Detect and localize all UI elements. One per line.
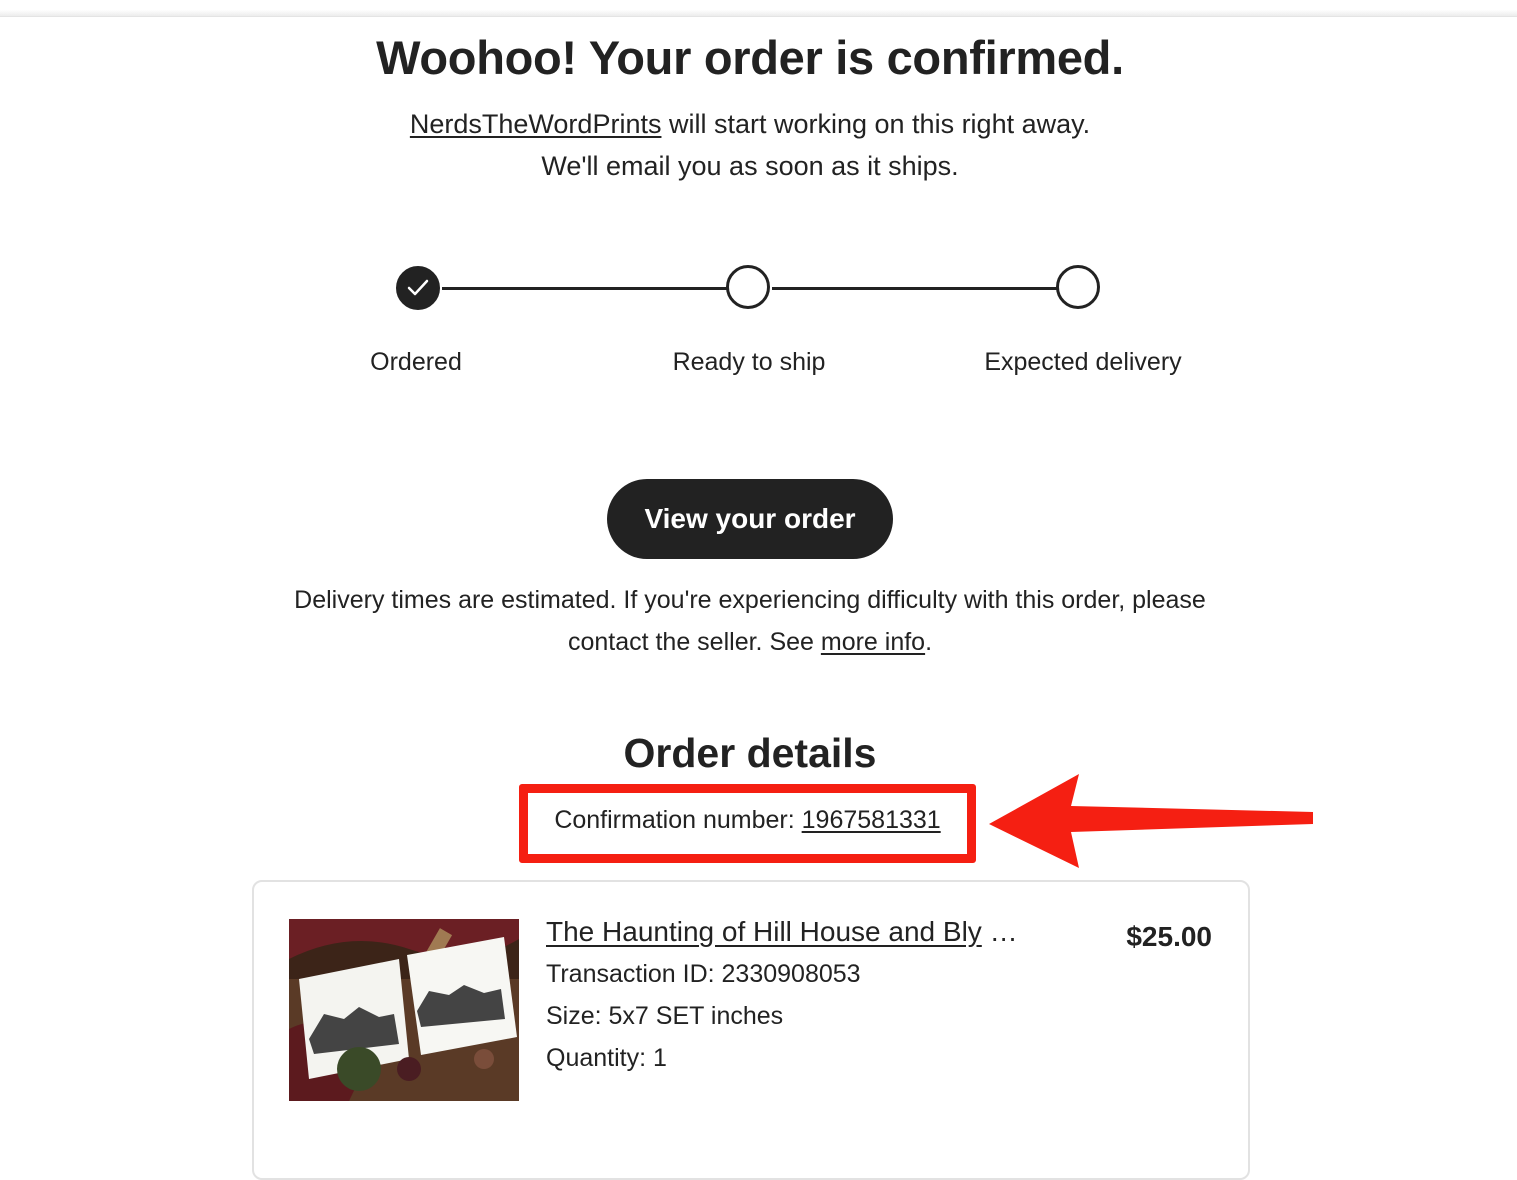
checkmark-icon [407,279,429,296]
product-photo-graphic [289,919,519,1101]
step-delivery-indicator [1056,265,1100,309]
confirmation-number-row: Confirmation number: 1967581331 [519,806,976,835]
product-image[interactable] [289,919,519,1101]
item-size: Size: 5x7 SET inches [546,1002,784,1030]
more-info-link[interactable]: more info [821,628,925,656]
order-details-heading: Order details [623,730,877,776]
shipping-message: We'll email you as soon as it ships. [541,151,959,181]
red-arrow-annotation-icon [989,774,1313,868]
progress-line-1 [442,287,728,290]
step-label-ready: Ready to ship [672,348,826,376]
step-ordered-indicator [396,266,440,310]
top-bar-shadow [0,0,1517,17]
item-price: $25.00 [1126,921,1212,952]
shop-name-link[interactable]: NerdsTheWordPrints [410,109,662,139]
item-title-text[interactable]: The Haunting of Hill House and Bly [546,916,982,947]
step-label-delivery: Expected delivery [984,348,1182,376]
confirmation-number-link[interactable]: 1967581331 [802,806,941,834]
item-title-link[interactable]: The Haunting of Hill House and Bly … [546,916,1036,948]
progress-line-2 [772,287,1058,290]
delivery-note-text: contact the seller. See [567,628,821,656]
confirmation-label: Confirmation number: [554,806,802,834]
item-title-ellipsis: … [981,916,1018,947]
step-label-ordered: Ordered [370,348,462,376]
shop-message: NerdsTheWordPrints will start working on… [0,109,1500,140]
page-title: Woohoo! Your order is confirmed. [376,31,1124,84]
shop-message-text: will start working on this right away. [661,109,1091,139]
item-transaction-id: Transaction ID: 2330908053 [546,960,861,988]
delivery-note-period: . [925,628,933,656]
step-ready-indicator [726,265,770,309]
item-quantity: Quantity: 1 [546,1044,667,1072]
view-order-button[interactable]: View your order [607,479,893,559]
delivery-note-line-1: Delivery times are estimated. If you're … [294,586,1206,614]
delivery-note-line-2: contact the seller. See more info. [0,628,1500,657]
